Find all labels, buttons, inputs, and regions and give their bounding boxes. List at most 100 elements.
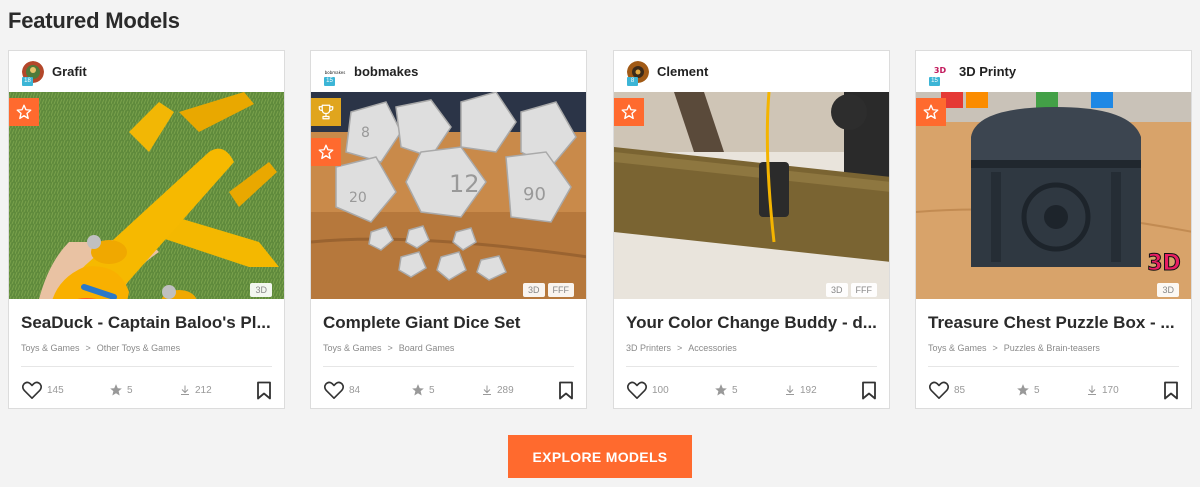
bookmark-icon[interactable] (1163, 381, 1179, 400)
subcategory-link[interactable]: Accessories (688, 343, 737, 353)
category-link[interactable]: Toys & Games (323, 343, 382, 353)
staff-pick-badge (9, 98, 39, 126)
star-icon (318, 144, 334, 160)
staff-pick-badge (311, 138, 341, 166)
svg-text:20: 20 (349, 190, 367, 206)
download-count: 192 (800, 384, 817, 396)
model-image: 8 12 90 20 (311, 92, 586, 299)
stats-bar: 100 5 192 (614, 367, 889, 413)
tag-list: 3D (1157, 283, 1179, 297)
bookmark-icon[interactable] (558, 381, 574, 400)
card-header: bobmakes 15 bobmakes (311, 51, 586, 92)
svg-text:3D: 3D (1147, 251, 1181, 276)
like-stat[interactable]: 100 (626, 380, 669, 400)
svg-text:12: 12 (449, 170, 480, 198)
tag: 3D (250, 283, 272, 297)
like-count: 145 (47, 384, 64, 396)
model-image (9, 92, 284, 299)
model-image (614, 92, 889, 299)
breadcrumb-separator: > (677, 343, 683, 353)
heart-icon (21, 381, 43, 399)
download-stat: 212 (179, 384, 212, 396)
breadcrumb: Toys & Games > Puzzles & Brain-teasers (928, 343, 1179, 356)
like-stat[interactable]: 145 (21, 380, 64, 400)
level-badge: 15 (929, 76, 940, 86)
avatar[interactable]: 8 (627, 60, 649, 86)
model-title[interactable]: SeaDuck - Captain Baloo's Pl... (21, 313, 272, 335)
breadcrumb: Toys & Games > Other Toys & Games (21, 343, 272, 356)
star-icon (621, 104, 637, 120)
model-thumbnail[interactable]: 3D (9, 92, 284, 299)
level-badge: 8 (627, 76, 638, 86)
breadcrumb-separator: > (85, 343, 91, 353)
model-thumbnail[interactable]: 3D 3D (916, 92, 1191, 299)
model-thumbnail[interactable]: 8 12 90 20 3D FFF (311, 92, 586, 299)
make-stat: 5 (714, 383, 738, 397)
model-thumbnail[interactable]: 3D FFF (614, 92, 889, 299)
download-stat: 170 (1086, 384, 1119, 396)
make-count: 5 (732, 384, 738, 396)
category-link[interactable]: 3D Printers (626, 343, 671, 353)
card-header: 8 Clement (614, 51, 889, 92)
make-stat: 5 (109, 383, 133, 397)
category-link[interactable]: Toys & Games (21, 343, 80, 353)
breadcrumb-separator: > (387, 343, 393, 353)
tag: 3D (825, 283, 848, 297)
svg-text:bobmakes: bobmakes (325, 70, 346, 75)
bookmark-icon[interactable] (256, 381, 272, 400)
model-card[interactable]: 8 Clement 3D FFF Your Color Change Buddy… (613, 50, 890, 409)
heart-icon (928, 381, 950, 399)
author-name[interactable]: Grafit (52, 64, 87, 79)
svg-text:8: 8 (361, 125, 370, 141)
model-card[interactable]: bobmakes 15 bobmakes 8 12 90 20 3D FFF C… (310, 50, 587, 409)
subcategory-link[interactable]: Board Games (399, 343, 455, 353)
subcategory-link[interactable]: Other Toys & Games (97, 343, 180, 353)
star-filled-icon (110, 384, 122, 396)
avatar[interactable]: bobmakes 15 (324, 60, 346, 86)
like-stat[interactable]: 84 (323, 380, 360, 400)
category-link[interactable]: Toys & Games (928, 343, 987, 353)
model-title[interactable]: Your Color Change Buddy - d... (626, 313, 877, 335)
download-stat: 289 (481, 384, 514, 396)
model-card[interactable]: 18 Grafit 3D SeaDuck - Captain Baloo's P… (8, 50, 285, 409)
star-filled-icon (412, 384, 424, 396)
model-title[interactable]: Complete Giant Dice Set (323, 313, 574, 335)
make-count: 5 (127, 384, 133, 396)
tag-list: 3D (250, 283, 272, 297)
download-icon (483, 385, 491, 395)
star-icon (16, 104, 32, 120)
trophy-icon (318, 104, 334, 120)
author-name[interactable]: 3D Printy (959, 64, 1016, 79)
star-icon (923, 104, 939, 120)
model-title[interactable]: Treasure Chest Puzzle Box - ... (928, 313, 1179, 335)
explore-models-button[interactable]: EXPLORE MODELS (508, 435, 692, 478)
make-stat: 5 (411, 383, 435, 397)
avatar[interactable]: 3D 15 (929, 60, 951, 86)
bookmark-icon[interactable] (861, 381, 877, 400)
make-count: 5 (1034, 384, 1040, 396)
breadcrumb: 3D Printers > Accessories (626, 343, 877, 356)
star-filled-icon (1017, 384, 1029, 396)
download-count: 170 (1102, 384, 1119, 396)
card-header: 18 Grafit (9, 51, 284, 92)
avatar[interactable]: 18 (22, 60, 44, 86)
like-count: 84 (349, 384, 361, 396)
staff-pick-badge (916, 98, 946, 126)
tag: 3D (1157, 283, 1179, 297)
trophy-badge (311, 98, 341, 126)
level-badge: 15 (324, 76, 335, 86)
model-image: 3D (916, 92, 1191, 299)
like-stat[interactable]: 85 (928, 380, 965, 400)
author-name[interactable]: bobmakes (354, 64, 418, 79)
model-card[interactable]: 3D 15 3D Printy 3D 3D Treasure Chest Puz… (915, 50, 1192, 409)
make-count: 5 (429, 384, 435, 396)
tag-list: 3D FFF (522, 283, 574, 297)
heart-icon (323, 381, 345, 399)
download-count: 289 (497, 384, 514, 396)
subcategory-link[interactable]: Puzzles & Brain-teasers (1004, 343, 1100, 353)
svg-text:3D: 3D (934, 66, 947, 75)
download-stat: 192 (784, 384, 817, 396)
author-name[interactable]: Clement (657, 64, 708, 79)
breadcrumb: Toys & Games > Board Games (323, 343, 574, 356)
section-title: Featured Models (8, 8, 180, 33)
